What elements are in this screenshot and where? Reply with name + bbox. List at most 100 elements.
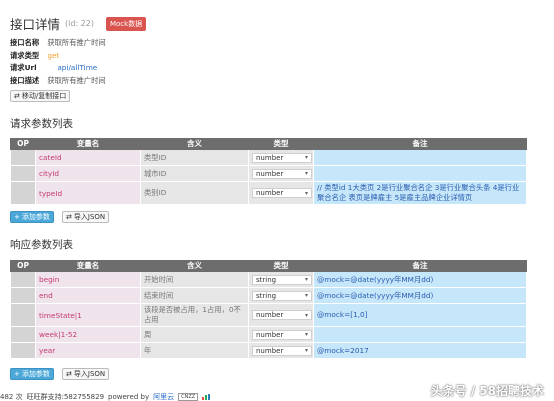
- param-type-value: number: [256, 330, 284, 339]
- chevron-down-icon: ▾: [304, 331, 308, 338]
- response-add-param-button[interactable]: + 添加参数: [10, 368, 54, 380]
- visit-count: 482 次: [0, 393, 23, 401]
- table-row: timeState|1 该段是否被占用，1占用，0不占用 number ▾ @m…: [10, 303, 527, 327]
- row-op-cell[interactable]: [10, 271, 36, 288]
- info-label: 请求Url: [10, 63, 37, 72]
- param-note[interactable]: @mock=@date(yyyy年MM月dd): [313, 271, 527, 288]
- import-json-label: 导入JSON: [73, 213, 106, 221]
- param-type-select[interactable]: number ▾: [252, 168, 312, 179]
- request-section-title: 请求参数列表: [10, 118, 73, 130]
- param-name[interactable]: week|1-52: [35, 326, 141, 343]
- chevron-down-icon: ▾: [304, 311, 308, 319]
- param-meaning[interactable]: 类型ID: [140, 149, 249, 166]
- page-title: 接口详情: [10, 17, 61, 32]
- header-note: 备注: [313, 260, 527, 272]
- param-note[interactable]: [313, 165, 527, 182]
- param-type-select[interactable]: number ▾: [252, 345, 312, 356]
- param-type-cell: string ▾: [248, 271, 314, 288]
- param-meaning[interactable]: 城市ID: [140, 165, 249, 182]
- row-op-cell[interactable]: [10, 303, 36, 327]
- param-type-value: number: [256, 189, 284, 197]
- interface-info: 接口名称 获取所有推广时间 请求类型 get 请求Url api/allTime…: [10, 37, 106, 87]
- param-type-select[interactable]: string ▾: [252, 290, 312, 301]
- param-name[interactable]: year: [35, 342, 141, 359]
- table-row: week|1-52 周 number ▾: [10, 326, 527, 343]
- move-copy-button[interactable]: ⇄ 移动/复制接口: [10, 90, 71, 102]
- param-type-cell: string ▾: [248, 287, 314, 304]
- param-meaning[interactable]: 开始时间: [140, 271, 249, 288]
- param-type-value: string: [256, 291, 277, 300]
- chevron-down-icon: ▾: [304, 276, 308, 283]
- param-note[interactable]: @mock=[1,0]: [313, 303, 527, 327]
- response-import-json-button[interactable]: ⇄ 导入JSON: [62, 368, 110, 380]
- add-param-label: 添加参数: [21, 370, 50, 378]
- table-header-row: OP 变量名 含义 类型 备注: [10, 260, 527, 272]
- param-type-select[interactable]: number ▾: [252, 188, 312, 198]
- info-value: 获取所有推广时间: [47, 38, 106, 47]
- param-meaning[interactable]: 该段是否被占用，1占用，0不占用: [140, 303, 249, 327]
- row-op-cell[interactable]: [10, 342, 36, 359]
- param-type-select[interactable]: number ▾: [252, 329, 312, 340]
- header-type: 类型: [248, 138, 314, 150]
- move-icon: ⇄: [14, 92, 20, 100]
- table-row: end 结束时间 string ▾ @mock=@date(yyyy年MM月dd…: [10, 287, 527, 304]
- param-type-value: number: [256, 169, 284, 178]
- param-name[interactable]: typeId: [35, 181, 141, 205]
- param-note[interactable]: [313, 149, 527, 166]
- header-name: 变量名: [35, 138, 141, 150]
- info-value-url: api/allTime: [57, 63, 98, 72]
- param-name[interactable]: timeState|1: [35, 303, 141, 327]
- param-type-select[interactable]: string ▾: [252, 274, 312, 285]
- param-type-select[interactable]: number ▾: [252, 310, 312, 320]
- param-name[interactable]: cityId: [35, 165, 141, 182]
- param-type-cell: number ▾: [248, 303, 314, 327]
- row-op-cell[interactable]: [10, 149, 36, 166]
- chevron-down-icon: ▾: [304, 292, 308, 299]
- row-op-cell[interactable]: [10, 165, 36, 182]
- param-meaning[interactable]: 周: [140, 326, 249, 343]
- info-row-method: 请求类型 get: [10, 50, 106, 63]
- support-group: 旺旺群支持:582755829: [26, 393, 105, 401]
- param-note[interactable]: @mock=2017: [313, 342, 527, 359]
- header-op: OP: [10, 260, 36, 272]
- table-header-row: OP 变量名 含义 类型 备注: [10, 138, 527, 150]
- header-type: 类型: [248, 260, 314, 272]
- param-meaning[interactable]: 类别ID: [140, 181, 249, 205]
- param-type-value: number: [256, 311, 284, 319]
- chevron-down-icon: ▾: [304, 154, 308, 161]
- request-import-json-button[interactable]: ⇄ 导入JSON: [62, 211, 110, 223]
- row-op-cell[interactable]: [10, 287, 36, 304]
- param-type-value: number: [256, 153, 284, 162]
- row-op-cell[interactable]: [10, 326, 36, 343]
- param-type-select[interactable]: number ▾: [252, 152, 312, 163]
- param-note[interactable]: [313, 326, 527, 343]
- param-meaning[interactable]: 结束时间: [140, 287, 249, 304]
- move-copy-label: 移动/复制接口: [21, 92, 67, 100]
- interface-detail-page: 接口详情 (id: 22) Mock数据 接口名称 获取所有推广时间 请求类型 …: [0, 0, 554, 401]
- param-name[interactable]: end: [35, 287, 141, 304]
- param-note[interactable]: @mock=@date(yyyy年MM月dd): [313, 287, 527, 304]
- request-params-table: OP 变量名 含义 类型 备注 cateId 类型ID number ▾ cit…: [10, 138, 527, 205]
- plus-icon: +: [14, 213, 20, 221]
- info-label: 接口名称: [10, 38, 40, 47]
- chevron-down-icon: ▾: [304, 347, 308, 354]
- powered-by: powered by: [108, 393, 150, 401]
- param-type-cell: number ▾: [248, 326, 314, 343]
- table-row: begin 开始时间 string ▾ @mock=@date(yyyy年MM月…: [10, 271, 527, 288]
- row-op-cell[interactable]: [10, 181, 36, 205]
- param-note[interactable]: // 类型id 1大类页 2是行业聚合名企 3是行业聚合头条 4是行业聚合名企 …: [313, 181, 527, 205]
- response-section-title: 响应参数列表: [10, 239, 73, 251]
- host-link[interactable]: 阿里云: [153, 392, 174, 401]
- table-row: cityId 城市ID number ▾: [10, 165, 527, 182]
- param-name[interactable]: begin: [35, 271, 141, 288]
- header-op: OP: [10, 138, 36, 150]
- request-add-param-button[interactable]: + 添加参数: [10, 211, 54, 223]
- info-row-url: 请求Url api/allTime: [10, 62, 106, 75]
- chevron-down-icon: ▾: [304, 189, 308, 197]
- param-name[interactable]: cateId: [35, 149, 141, 166]
- param-meaning[interactable]: 年: [140, 342, 249, 359]
- info-label: 请求类型: [10, 50, 40, 60]
- table-row: year 年 number ▾ @mock=2017: [10, 342, 527, 359]
- mock-data-button[interactable]: Mock数据: [105, 16, 147, 31]
- cnzz-badge[interactable]: CNZZ: [178, 393, 199, 401]
